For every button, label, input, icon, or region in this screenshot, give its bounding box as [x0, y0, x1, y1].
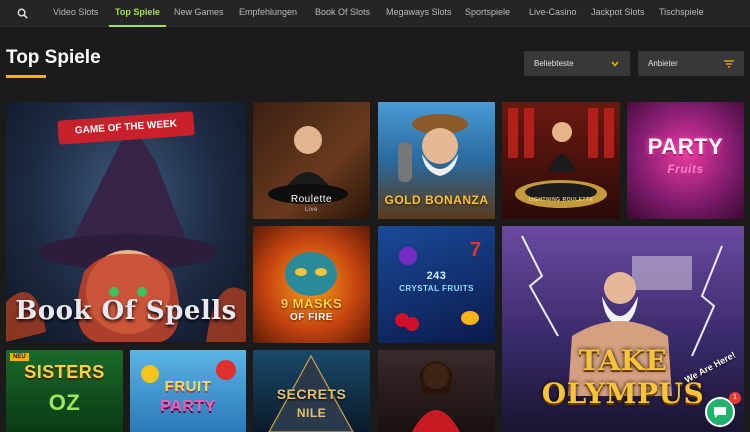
game-tile-book-of-spells[interactable]: GAME OF THE WEEK Book Of Spells — [6, 102, 246, 342]
svg-text:7: 7 — [470, 239, 481, 261]
search-button[interactable] — [6, 0, 38, 26]
game-tile-take-olympus[interactable]: TAKE OLYMPUS — [502, 226, 744, 432]
game-title: SECRETS — [276, 386, 347, 402]
nav-item-video-slots[interactable]: Video Slots — [53, 0, 98, 27]
game-subtitle: OF FIRE — [290, 312, 333, 323]
game-tile-9-masks-of-fire[interactable]: 9 MASKS OF FIRE — [253, 226, 370, 343]
new-badge: NEU — [10, 353, 29, 361]
nav-item-top-spiele[interactable]: Top Spiele — [109, 0, 166, 27]
title-underline — [6, 75, 46, 78]
game-title: LIGHTNING ROULETTE — [528, 197, 594, 203]
nav-item-tischspiele[interactable]: Tischspiele — [659, 0, 704, 27]
mask-illustration — [285, 252, 337, 296]
game-subtitle: Fruits — [667, 162, 704, 176]
game-title: Book Of Spells — [15, 296, 237, 326]
game-tile-sisters-of-oz[interactable]: NEU SISTERS OZ — [6, 350, 123, 432]
game-subtitle: CRYSTAL FRUITS — [399, 284, 474, 293]
game-tile-fruit-party[interactable]: FRUIT PARTY — [130, 350, 246, 432]
game-subtitle: Live — [304, 207, 318, 213]
game-tile-gold-bonanza[interactable]: GOLD BONANZA — [378, 102, 495, 219]
provider-filter[interactable]: Anbieter — [638, 51, 744, 76]
game-title: 9 MASKS — [280, 296, 343, 311]
nav-item-empfehlungen[interactable]: Empfehlungen — [239, 0, 297, 27]
chat-unread-badge: 1 — [729, 392, 741, 404]
nav-item-new-games[interactable]: New Games — [174, 0, 224, 27]
game-title: TAKE OLYMPUS — [541, 344, 705, 410]
game-title: 243 — [426, 270, 447, 282]
game-title: GOLD BONANZA — [384, 193, 489, 207]
game-tile-243-crystal-fruits[interactable]: 7 243 CRYSTAL FRUITS — [378, 226, 495, 343]
game-tile-lightning-roulette[interactable]: LIGHTNING ROULETTE — [502, 102, 620, 219]
nav-item-book-of-slots[interactable]: Book Of Slots — [315, 0, 370, 27]
filter-icon — [724, 51, 734, 76]
nav-item-megaways-slots[interactable]: Megaways Slots — [386, 0, 452, 27]
game-subtitle: NILE — [296, 406, 327, 420]
game-subtitle: OZ — [48, 390, 81, 415]
search-icon — [17, 8, 28, 19]
nav-item-sportspiele[interactable]: Sportspiele — [465, 0, 510, 27]
game-title: Roulette — [290, 194, 333, 205]
top-nav: Video Slots Top Spiele New Games Empfehl… — [0, 0, 750, 27]
game-tile-secrets-of-the-nile[interactable]: SECRETS NILE — [253, 350, 370, 432]
nav-item-live-casino[interactable]: Live-Casino — [529, 0, 577, 27]
game-title: FRUIT — [164, 378, 212, 395]
game-title: SISTERS — [24, 362, 105, 382]
sort-select-label: Beliebteste — [534, 59, 574, 68]
game-subtitle: PARTY — [160, 398, 216, 415]
page-title: Top Spiele — [6, 47, 101, 68]
game-tile-live-dealer[interactable] — [378, 350, 495, 432]
chat-icon — [714, 407, 726, 418]
game-title: PARTY — [647, 134, 724, 159]
chevron-down-icon — [610, 51, 620, 76]
sort-select[interactable]: Beliebteste — [524, 51, 630, 76]
provider-filter-label: Anbieter — [648, 59, 678, 68]
nav-item-jackpot-slots[interactable]: Jackpot Slots — [591, 0, 645, 27]
dealer-illustration — [412, 361, 460, 432]
game-tile-roulette[interactable]: Roulette Live — [253, 102, 370, 219]
game-tile-party-fruits[interactable]: PARTY Fruits — [627, 102, 744, 219]
